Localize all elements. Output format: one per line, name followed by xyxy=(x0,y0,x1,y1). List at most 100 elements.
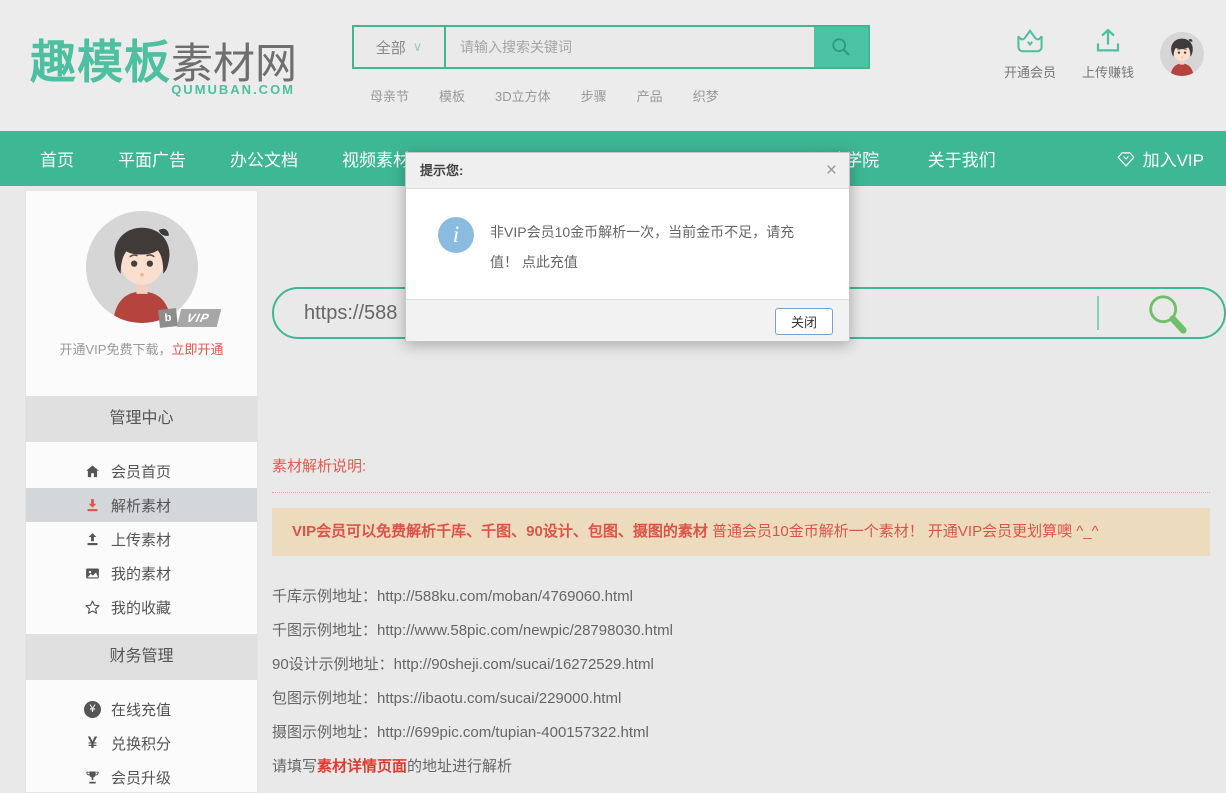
sidebar-section-manage: 管理中心 xyxy=(26,396,257,442)
sidebar-manage-list: 会员首页 解析素材 上传素材 我的素材 我的收藏 xyxy=(26,454,257,624)
dialog-titlebar: 提示您: × xyxy=(406,153,849,189)
sidebar-avatar-wrap: b VIP xyxy=(86,211,198,323)
hot-link[interactable]: 3D立方体 xyxy=(495,86,551,105)
nav-item-about-us[interactable]: 关于我们 xyxy=(928,151,996,170)
sidebar-item-exchange-points[interactable]: ¥ 兑换积分 xyxy=(26,726,257,760)
search-area: 全部 ∨ 母亲节 模板 3D立方体 步骤 产品 织梦 xyxy=(352,25,870,105)
alert-dialog: 提示您: × i 非VIP会员10金币解析一次，当前金币不足，请充值！ 点此充值… xyxy=(405,152,850,342)
nav-item-video[interactable]: 视频素材 xyxy=(342,146,410,171)
vip-banner-rest: 普通会员10金币解析一个素材！ 开通VIP会员更划算噢 ^_^ xyxy=(708,523,1099,540)
search-bar: 全部 ∨ xyxy=(352,25,870,69)
join-vip-label: 加入VIP xyxy=(1143,146,1204,171)
open-vip-action[interactable]: 开通会员 xyxy=(1004,26,1056,81)
crown-icon xyxy=(1013,26,1047,56)
sidebar-item-label: 会员首页 xyxy=(111,461,171,482)
upload-icon xyxy=(1092,26,1124,56)
parse-search-button[interactable] xyxy=(1144,291,1190,337)
upload-earn-action[interactable]: 上传赚钱 xyxy=(1082,26,1134,81)
dialog-title: 提示您: xyxy=(420,163,463,178)
instruction-emphasis: 素材详情页面 xyxy=(317,758,407,775)
dialog-body: i 非VIP会员10金币解析一次，当前金币不足，请充值！ 点此充值 xyxy=(406,189,849,299)
page: 趣模板素材网 QUMUBAN.COM 全部 ∨ 母亲节 模板 xyxy=(0,0,1226,793)
sidebar-avatar[interactable] xyxy=(86,211,198,323)
yen-circle-icon: ¥ xyxy=(84,701,101,718)
vip-banner-bold: VIP会员可以免费解析千库、千图、90设计、包图、摄图的素材 xyxy=(292,523,708,540)
sidebar-item-label: 我的素材 xyxy=(111,563,171,584)
sidebar-section-finance: 财务管理 xyxy=(26,634,257,680)
logo-brand: 趣模板 xyxy=(30,36,171,88)
vip-promo-text: 开通VIP免费下载， xyxy=(60,342,172,357)
example-699pic: 摄图示例地址：http://699pic.com/tupian-40015732… xyxy=(272,716,1226,750)
logo-suffix: 素材网 xyxy=(171,40,297,87)
sidebar-item-my-favorites[interactable]: 我的收藏 xyxy=(26,590,257,624)
sidebar-item-label: 会员升级 xyxy=(111,767,171,788)
header: 趣模板素材网 QUMUBAN.COM 全部 ∨ 母亲节 模板 xyxy=(0,0,1226,131)
search-category-dropdown[interactable]: 全部 ∨ xyxy=(354,27,446,67)
sidebar-item-online-recharge[interactable]: ¥ 在线充值 xyxy=(26,692,257,726)
hot-link[interactable]: 织梦 xyxy=(693,86,719,105)
example-qiantu: 千图示例地址：http://www.58pic.com/newpic/28798… xyxy=(272,614,1226,648)
close-button[interactable]: 关闭 xyxy=(775,308,833,335)
upload-earn-label: 上传赚钱 xyxy=(1082,62,1134,81)
star-icon xyxy=(84,599,101,616)
nav-item-home[interactable]: 首页 xyxy=(40,146,74,171)
example-90sheji: 90设计示例地址：http://90sheji.com/sucai/162725… xyxy=(272,648,1226,682)
parse-instruction: 请填写素材详情页面的地址进行解析 xyxy=(272,750,1226,784)
close-icon[interactable]: × xyxy=(826,153,837,189)
home-icon xyxy=(84,463,101,480)
parse-note-title: 素材解析说明: xyxy=(272,455,1210,493)
parse-download-icon xyxy=(84,497,101,514)
vip-promo: 开通VIP免费下载，立即开通 xyxy=(26,339,257,358)
search-button[interactable] xyxy=(814,27,868,67)
logo-domain: QUMUBAN.COM xyxy=(171,82,295,97)
hot-link[interactable]: 母亲节 xyxy=(370,86,409,105)
example-ibaotu: 包图示例地址：https://ibaotu.com/sucai/229000.h… xyxy=(272,682,1226,716)
hot-link[interactable]: 模板 xyxy=(439,86,465,105)
yen-icon: ¥ xyxy=(84,733,101,753)
search-category-value: 全部 xyxy=(376,37,406,58)
open-vip-label: 开通会员 xyxy=(1004,62,1056,81)
search-icon xyxy=(830,36,852,58)
image-icon xyxy=(84,565,101,582)
nav-item-graphic-ads[interactable]: 平面广告 xyxy=(118,146,186,171)
recharge-link[interactable]: 点此充值 xyxy=(522,254,578,270)
trophy-icon xyxy=(84,769,101,786)
info-icon: i xyxy=(438,217,474,253)
hot-links: 母亲节 模板 3D立方体 步骤 产品 织梦 xyxy=(352,86,870,105)
header-actions: 开通会员 上传赚钱 xyxy=(1004,26,1204,81)
sidebar-item-label: 我的收藏 xyxy=(111,597,171,618)
nav-item-office-docs[interactable]: 办公文档 xyxy=(230,146,298,171)
vip-badge-label: VIP xyxy=(177,309,222,327)
upload-tray-icon xyxy=(84,531,101,548)
magnifier-icon xyxy=(1144,291,1190,337)
sidebar-item-label: 上传素材 xyxy=(111,529,171,550)
url-bar-divider xyxy=(1097,296,1099,330)
hot-link[interactable]: 步骤 xyxy=(581,86,607,105)
user-avatar[interactable] xyxy=(1160,32,1204,76)
vip-promo-link[interactable]: 立即开通 xyxy=(171,342,223,357)
sidebar: b VIP 开通VIP免费下载，立即开通 管理中心 会员首页 解析素材 上传素材 xyxy=(25,190,258,793)
vip-banner: VIP会员可以免费解析千库、千图、90设计、包图、摄图的素材 普通会员10金币解… xyxy=(272,508,1210,556)
example-qianku: 千库示例地址：http://588ku.com/moban/4769060.ht… xyxy=(272,580,1226,614)
avatar-image xyxy=(1160,32,1204,76)
sidebar-item-member-home[interactable]: 会员首页 xyxy=(26,454,257,488)
search-input[interactable] xyxy=(446,27,814,67)
sidebar-item-member-upgrade[interactable]: 会员升级 xyxy=(26,760,257,793)
sidebar-item-label: 解析素材 xyxy=(111,495,171,516)
dialog-footer: 关闭 xyxy=(406,299,849,341)
site-logo[interactable]: 趣模板素材网 QUMUBAN.COM xyxy=(30,26,297,92)
sidebar-item-label: 在线充值 xyxy=(111,699,171,720)
sidebar-item-parse-material[interactable]: 解析素材 xyxy=(26,488,257,522)
dialog-message: 非VIP会员10金币解析一次，当前金币不足，请充值！ 点此充值 xyxy=(490,217,821,277)
vip-badge-b: b xyxy=(158,308,178,328)
sidebar-item-upload-material[interactable]: 上传素材 xyxy=(26,522,257,556)
instruction-post: 的地址进行解析 xyxy=(407,758,512,775)
chevron-down-icon: ∨ xyxy=(413,39,423,55)
sidebar-item-label: 兑换积分 xyxy=(111,733,171,754)
vip-badge: b VIP xyxy=(159,309,219,327)
avatar-image xyxy=(86,211,198,323)
hot-link[interactable]: 产品 xyxy=(637,86,663,105)
join-vip-link[interactable]: 加入VIP xyxy=(1116,146,1204,171)
sidebar-item-my-material[interactable]: 我的素材 xyxy=(26,556,257,590)
instruction-pre: 请填写 xyxy=(272,758,317,775)
